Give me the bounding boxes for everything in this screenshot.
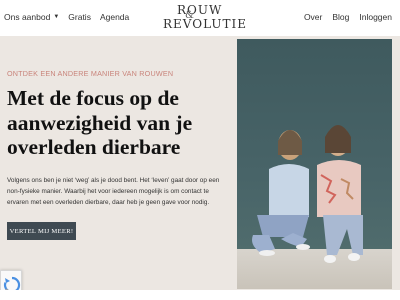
nav-item-inloggen[interactable]: Inloggen [359, 12, 392, 22]
bottom-strip [0, 290, 400, 300]
site-logo[interactable]: ROUW & REVOLUTIE [163, 3, 246, 33]
logo-line-2: REVOLUTIE [163, 17, 248, 31]
nav-right-group: Over Blog Inloggen [304, 12, 392, 22]
top-navigation: Ons aanbod ▼ Gratis Agenda ROUW & REVOLU… [0, 0, 400, 36]
cta-button[interactable]: VERTEL MIJ MEER! [7, 222, 76, 240]
nav-left-group: Ons aanbod ▼ Gratis Agenda [4, 12, 129, 22]
nav-item-agenda[interactable]: Agenda [100, 12, 129, 22]
hero-photo [237, 39, 392, 289]
nav-item-label: Ons aanbod [4, 12, 51, 22]
nav-item-ons-aanbod[interactable]: Ons aanbod ▼ [4, 12, 59, 22]
two-women-illustration [252, 125, 363, 263]
chevron-down-icon: ▼ [53, 14, 60, 20]
hero-headline: Met de focus op de aanwezigheid van je o… [7, 86, 193, 159]
nav-item-blog[interactable]: Blog [332, 12, 349, 22]
logo-line-1: ROUW [177, 3, 223, 17]
hero-eyebrow: ONTDEK EEN ANDERE MANIER VAN ROUWEN [7, 69, 174, 78]
hero-body-text: Volgens ons ben je niet ‘weg’ als je doo… [7, 177, 220, 206]
nav-item-gratis[interactable]: Gratis [68, 12, 91, 22]
nav-item-over[interactable]: Over [304, 12, 322, 22]
